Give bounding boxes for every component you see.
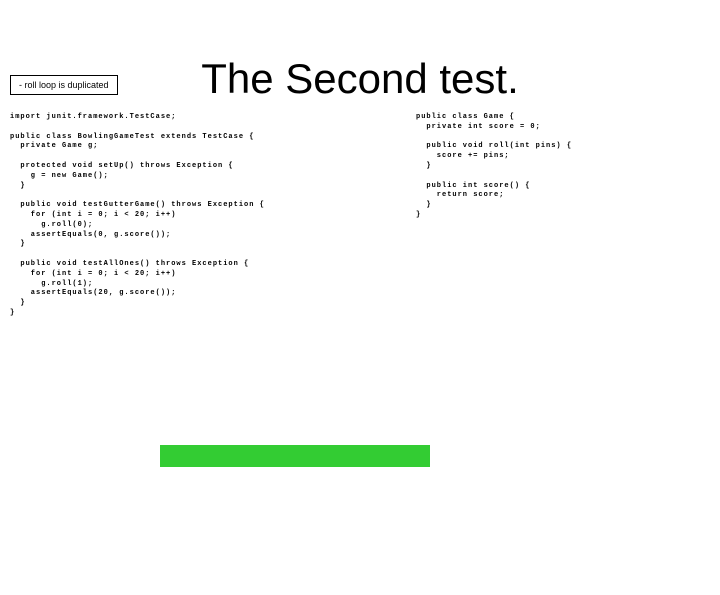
- test-pass-bar: [160, 445, 430, 467]
- code-test-class: import junit.framework.TestCase; public …: [10, 113, 416, 319]
- code-game-class: public class Game { private int score = …: [416, 113, 710, 319]
- code-columns: import junit.framework.TestCase; public …: [0, 113, 720, 319]
- note-text: - roll loop is duplicated: [19, 80, 109, 90]
- note-box: - roll loop is duplicated: [10, 75, 118, 95]
